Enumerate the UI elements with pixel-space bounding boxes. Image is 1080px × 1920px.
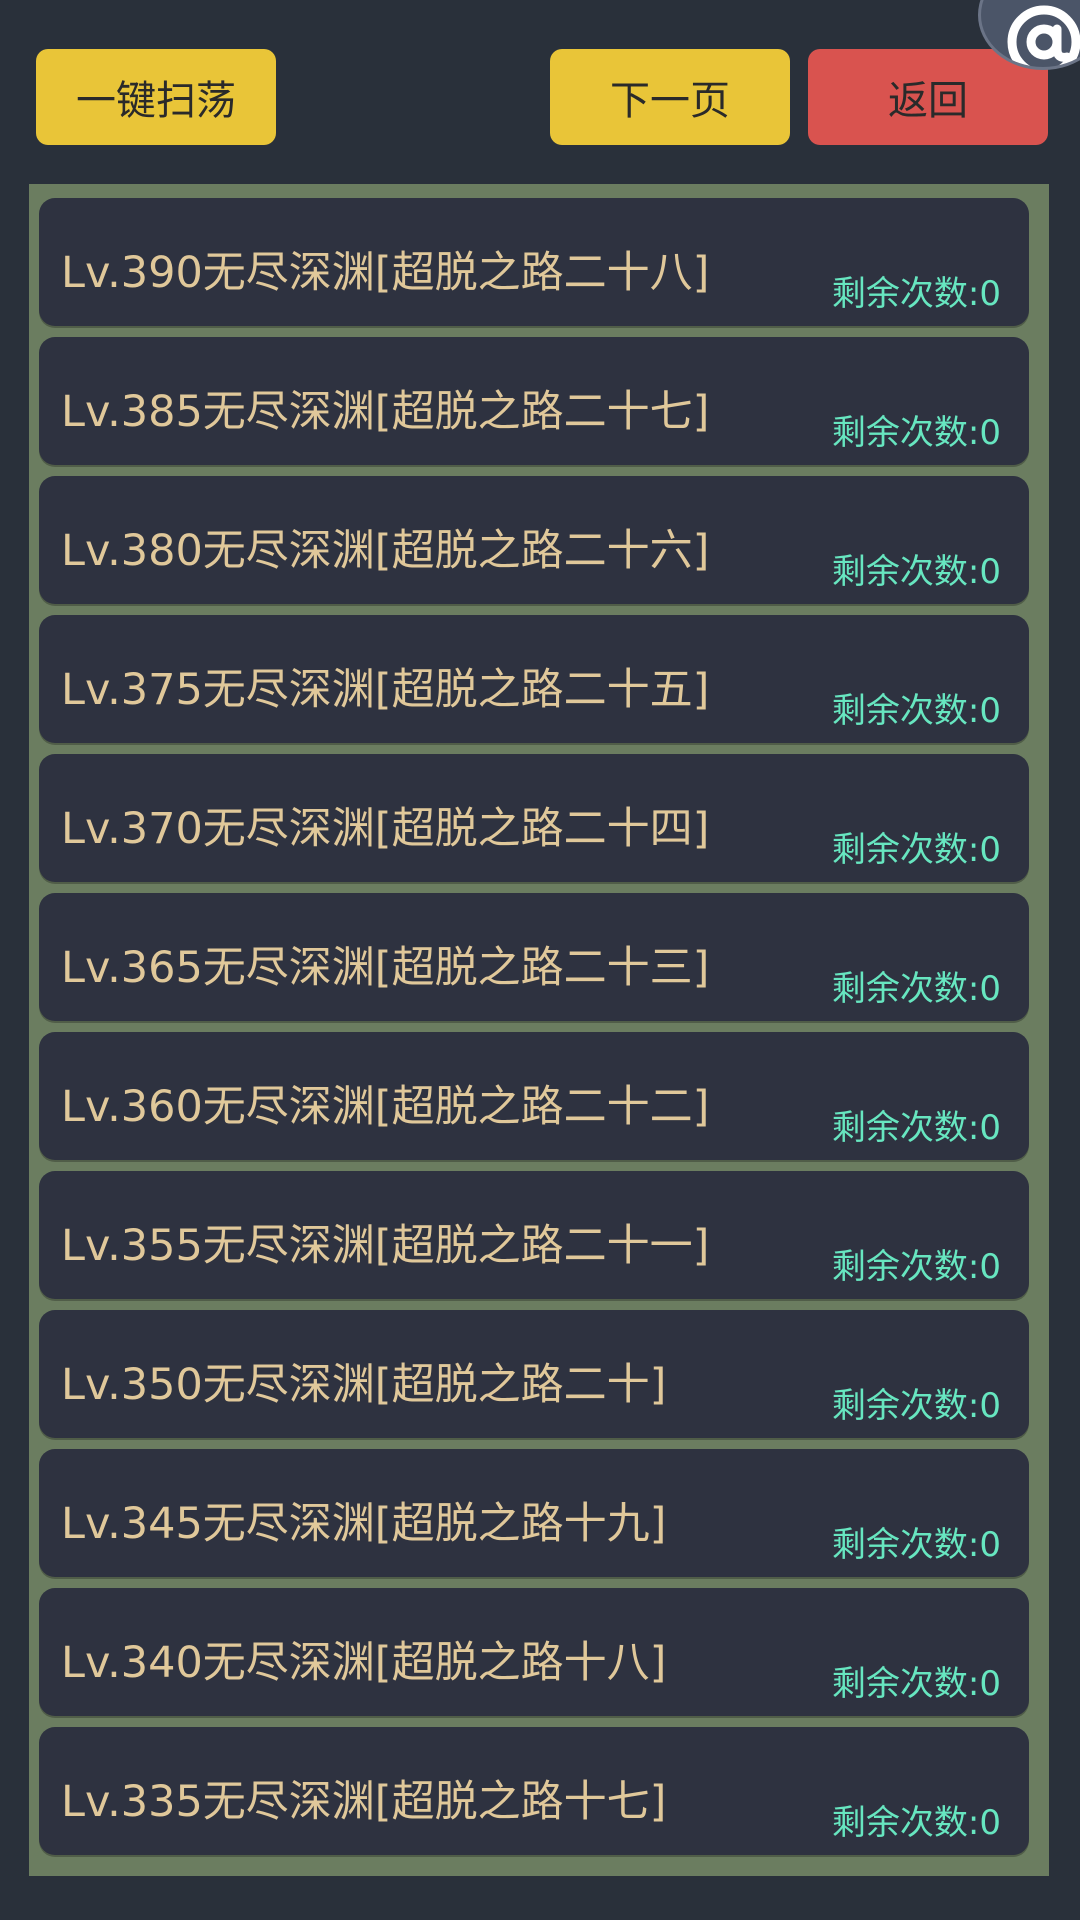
remaining-count: 剩余次数:0 [831,413,1001,453]
remaining-count: 剩余次数:0 [831,1664,1001,1704]
at-sign-icon [1007,5,1080,67]
remaining-count: 剩余次数:0 [831,691,1001,731]
remaining-count: 剩余次数:0 [831,830,1001,870]
level-item-385[interactable]: Lv.385无尽深渊[超脱之路二十七] 剩余次数:0 [39,337,1029,465]
level-title: Lv.360无尽深渊[超脱之路二十二] [61,1082,710,1132]
level-title: Lv.365无尽深渊[超脱之路二十三] [61,943,710,993]
sweep-all-button[interactable]: 一键扫荡 [36,49,276,145]
remaining-count: 剩余次数:0 [831,1247,1001,1287]
level-list: Lv.390无尽深渊[超脱之路二十八] 剩余次数:0 Lv.385无尽深渊[超脱… [29,184,1049,1876]
level-item-375[interactable]: Lv.375无尽深渊[超脱之路二十五] 剩余次数:0 [39,615,1029,743]
level-title: Lv.385无尽深渊[超脱之路二十七] [61,387,710,437]
remaining-count: 剩余次数:0 [831,1525,1001,1565]
level-item-340[interactable]: Lv.340无尽深渊[超脱之路十八] 剩余次数:0 [39,1588,1029,1716]
remaining-count: 剩余次数:0 [831,274,1001,314]
level-item-345[interactable]: Lv.345无尽深渊[超脱之路十九] 剩余次数:0 [39,1449,1029,1577]
remaining-count: 剩余次数:0 [831,1386,1001,1426]
level-item-355[interactable]: Lv.355无尽深渊[超脱之路二十一] 剩余次数:0 [39,1171,1029,1299]
level-title: Lv.340无尽深渊[超脱之路十八] [61,1638,667,1688]
next-page-button[interactable]: 下一页 [550,49,790,145]
level-title: Lv.345无尽深渊[超脱之路十九] [61,1499,667,1549]
remaining-count: 剩余次数:0 [831,969,1001,1009]
level-title: Lv.335无尽深渊[超脱之路十七] [61,1777,667,1827]
level-item-350[interactable]: Lv.350无尽深渊[超脱之路二十] 剩余次数:0 [39,1310,1029,1438]
remaining-count: 剩余次数:0 [831,1108,1001,1148]
level-title: Lv.380无尽深渊[超脱之路二十六] [61,526,710,576]
level-title: Lv.390无尽深渊[超脱之路二十八] [61,248,710,298]
remaining-count: 剩余次数:0 [831,552,1001,592]
level-title: Lv.350无尽深渊[超脱之路二十] [61,1360,667,1410]
level-item-380[interactable]: Lv.380无尽深渊[超脱之路二十六] 剩余次数:0 [39,476,1029,604]
level-item-360[interactable]: Lv.360无尽深渊[超脱之路二十二] 剩余次数:0 [39,1032,1029,1160]
level-item-335[interactable]: Lv.335无尽深渊[超脱之路十七] 剩余次数:0 [39,1727,1029,1855]
level-title: Lv.355无尽深渊[超脱之路二十一] [61,1221,710,1271]
level-title: Lv.370无尽深渊[超脱之路二十四] [61,804,710,854]
level-item-365[interactable]: Lv.365无尽深渊[超脱之路二十三] 剩余次数:0 [39,893,1029,1021]
level-item-390[interactable]: Lv.390无尽深渊[超脱之路二十八] 剩余次数:0 [39,198,1029,326]
remaining-count: 剩余次数:0 [831,1803,1001,1843]
level-title: Lv.375无尽深渊[超脱之路二十五] [61,665,710,715]
level-item-370[interactable]: Lv.370无尽深渊[超脱之路二十四] 剩余次数:0 [39,754,1029,882]
